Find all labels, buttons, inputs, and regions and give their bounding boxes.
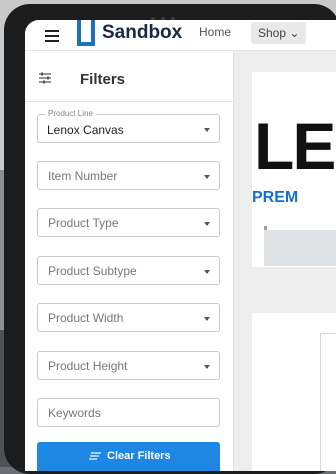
product-line-select[interactable]: Product Line Lenox Canvas [37,109,220,143]
clear-filter-icon [89,452,101,460]
dropdown-arrow-icon [204,222,210,226]
dropdown-arrow-icon [204,128,210,132]
keywords-input[interactable]: Keywords [37,398,220,427]
logo-icon [77,20,95,46]
product-width-select[interactable]: Product Width [37,303,220,332]
product-width-label: Product Width [48,311,124,325]
product-type-label: Product Type [48,216,119,230]
divider [25,101,233,102]
product-card[interactable] [252,313,336,471]
clear-filters-label: Clear Filters [107,450,171,462]
product-image-frame [320,333,336,471]
product-subtype-select[interactable]: Product Subtype [37,256,220,285]
item-number-select[interactable]: Item Number [37,161,220,190]
product-height-select[interactable]: Product Height [37,351,220,380]
top-header: Sandbox Home Shop ⌄ [25,20,336,51]
dropdown-arrow-icon [204,365,210,369]
hero-heading: LE [254,109,336,183]
hero-subheading: PREM [252,189,299,206]
dropdown-arrow-icon [204,317,210,321]
product-subtype-label: Product Subtype [48,264,137,278]
hamburger-menu-icon[interactable] [45,30,59,42]
tablet-frame: Sandbox Home Shop ⌄ Filters Product Line [4,4,336,474]
product-height-label: Product Height [48,359,128,373]
main-content: LE PREM [234,51,336,471]
product-type-select[interactable]: Product Type [37,208,220,237]
dropdown-arrow-icon [204,270,210,274]
hero-banner[interactable]: LE PREM [252,72,336,267]
logo-text[interactable]: Sandbox [102,22,182,44]
product-line-value: Lenox Canvas [47,123,124,137]
keywords-placeholder: Keywords [48,406,101,420]
dropdown-arrow-icon [204,175,210,179]
product-line-legend: Product Line [45,109,96,118]
filter-sliders-icon [39,72,51,84]
filters-sidebar: Filters Product Line Lenox Canvas Item N… [25,51,234,471]
item-number-label: Item Number [48,169,118,183]
filters-title: Filters [80,71,126,88]
nav-home-link[interactable]: Home [199,25,231,39]
hero-decor-block [264,230,336,266]
screen: Sandbox Home Shop ⌄ Filters Product Line [25,20,336,471]
nav-shop-dropdown[interactable]: Shop ⌄ [251,22,307,44]
